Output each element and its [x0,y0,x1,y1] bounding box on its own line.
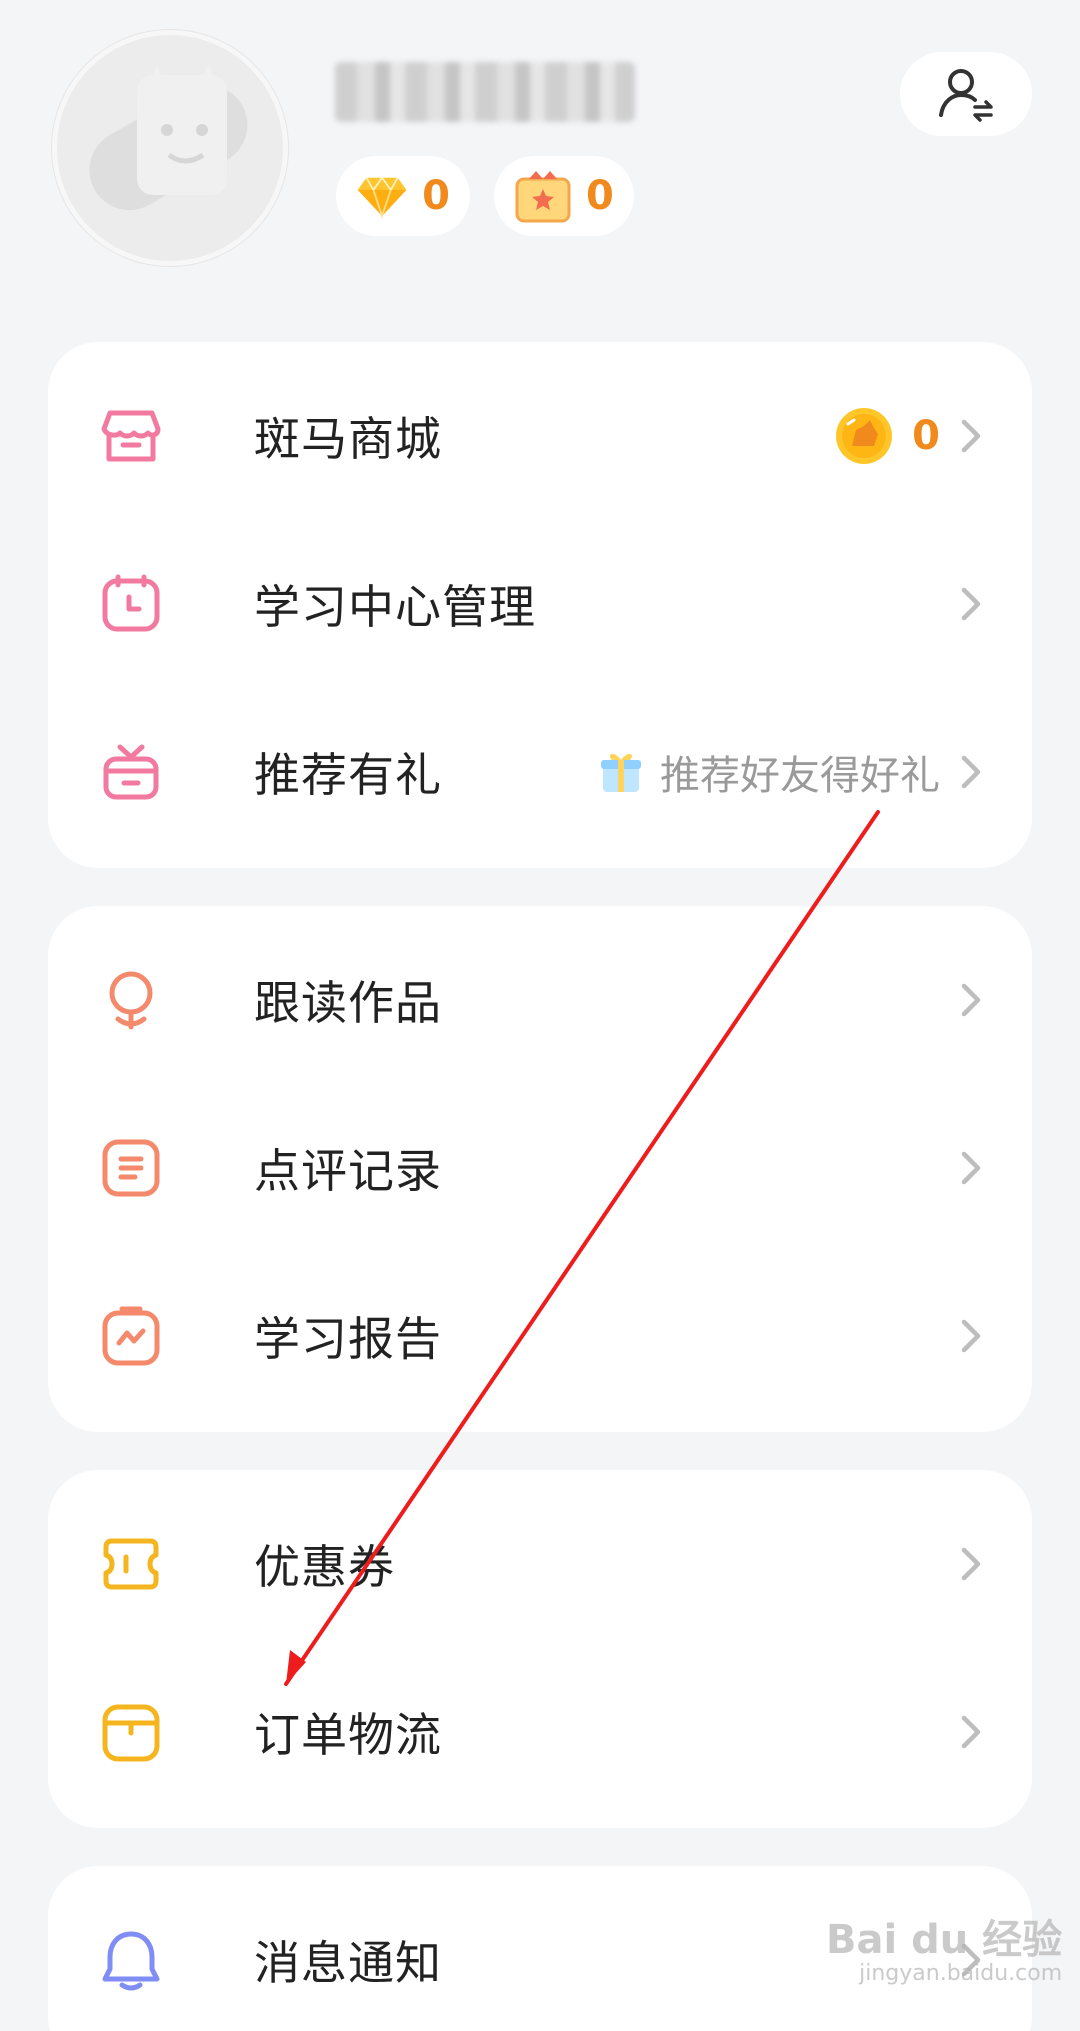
menu-item-label: 斑马商城 [254,412,442,466]
username-blurred [335,62,635,122]
menu-item-coupons[interactable]: 优惠券 [48,1480,1032,1648]
watermark-url: jingyan.baidu.com [859,1961,1063,1986]
small-gift-icon [601,753,641,792]
report-icon [100,1305,162,1367]
menu-card-orders: 优惠券 订单物流 [48,1470,1032,1828]
baidu-jingyan-watermark: Bai du 经验 jingyan.baidu.com [826,1918,1062,1986]
menu-item-label: 点评记录 [254,1144,442,1198]
diamond-balance[interactable]: 0 [336,156,470,236]
message-icon [100,1137,162,1199]
chevron-right-icon [961,1715,981,1749]
mall-coin-count: 0 [912,413,940,459]
store-icon [100,405,162,467]
switch-account-button[interactable] [900,52,1032,136]
menu-item-label: 学习中心管理 [254,580,536,634]
avatar-placeholder-icon [89,63,248,211]
chevron-right-icon [961,587,981,621]
menu-card-services: 斑马商城 0 学习中心管理 推荐有礼 推荐好友得好礼 [48,342,1032,868]
chevron-right-icon [961,1319,981,1353]
menu-item-reading-works[interactable]: 跟读作品 [48,916,1032,1084]
menu-item-learning-center[interactable]: 学习中心管理 [48,520,1032,688]
menu-item-label: 推荐有礼 [254,748,442,802]
chevron-right-icon [961,755,981,789]
menu-item-learning-report[interactable]: 学习报告 [48,1252,1032,1420]
bell-icon [100,1929,162,1991]
menu-item-review-records[interactable]: 点评记录 [48,1084,1032,1252]
coin-icon [836,408,893,464]
referral-hint: 推荐好友得好礼 [660,753,940,799]
gift-icon [100,741,162,803]
chevron-right-icon [961,1547,981,1581]
menu-item-label: 消息通知 [254,1936,442,1990]
switch-user-icon [939,69,993,122]
gift-balance[interactable]: 0 [494,156,634,236]
gift-box-icon [515,171,571,223]
gift-count: 0 [586,173,614,219]
watermark-brand: Bai du 经验 [826,1917,1063,1963]
menu-card-learning: 跟读作品 点评记录 学习报告 [48,906,1032,1432]
menu-item-referral[interactable]: 推荐有礼 推荐好友得好礼 [48,688,1032,856]
microphone-icon [100,969,162,1031]
coupon-icon [100,1533,162,1595]
menu-item-label: 跟读作品 [254,976,442,1030]
menu-item-mall[interactable]: 斑马商城 0 [48,352,1032,520]
menu-item-label: 订单物流 [254,1708,442,1762]
chevron-right-icon [961,1151,981,1185]
diamond-count: 0 [422,173,450,219]
menu-item-label: 优惠券 [254,1540,395,1594]
menu-item-orders-logistics[interactable]: 订单物流 [48,1648,1032,1816]
chevron-right-icon [961,419,981,453]
calendar-clock-icon [100,573,162,635]
diamond-icon [357,176,407,219]
package-icon [100,1701,162,1763]
chevron-right-icon [961,983,981,1017]
menu-item-label: 学习报告 [254,1312,442,1366]
avatar[interactable] [52,30,288,266]
